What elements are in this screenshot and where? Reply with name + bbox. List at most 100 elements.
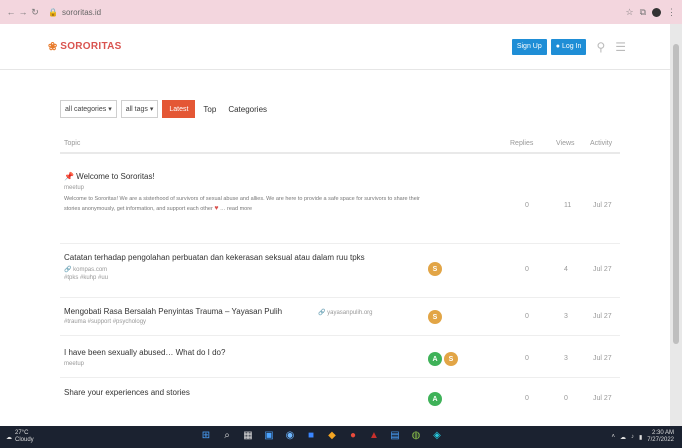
views-count: 3 (564, 355, 568, 362)
replies-count: 0 (525, 266, 529, 273)
topic-row[interactable]: Share your experiences and stories A 0 0… (60, 378, 620, 426)
activity-date[interactable]: Jul 27 (593, 395, 612, 402)
store-icon[interactable]: ■ (305, 430, 317, 442)
activity-date[interactable]: Jul 27 (593, 202, 612, 209)
activity-date[interactable]: Jul 27 (593, 355, 612, 362)
browser-menu-icon[interactable]: ⋮ (667, 7, 676, 18)
logo-flower-icon: ❀ (48, 41, 58, 53)
topic-list-header: Topic Replies Views Activity (60, 134, 620, 154)
poster-avatar[interactable]: S (444, 352, 458, 366)
topic-row[interactable]: Mengobati Rasa Bersalah Penyintas Trauma… (60, 298, 620, 336)
header-topic[interactable]: Topic (64, 140, 80, 147)
app-icon[interactable]: ◈ (431, 430, 443, 442)
topic-link-domain[interactable]: 🔗 yayasanpulih.org (318, 309, 373, 316)
forward-icon[interactable]: → (18, 7, 28, 17)
clock[interactable]: 2:30 AM 7/27/2022 (647, 430, 674, 444)
taskbar-apps: ⊞ ⌕ ▦ ▣ ◉ ■ ◆ ● ▲ ▤ ◍ ◈ (200, 430, 443, 442)
topic-title[interactable]: Mengobati Rasa Bersalah Penyintas Trauma… (64, 307, 282, 316)
activity-date[interactable]: Jul 27 (593, 313, 612, 320)
task-view-icon[interactable]: ▦ (242, 430, 254, 442)
weather-widget[interactable]: ☁ 27°C Cloudy (6, 430, 34, 444)
forum-page: ❀ SORORITAS Sign Up ● Log In ⚲ ☰ all cat… (0, 24, 670, 426)
replies-count: 0 (525, 313, 529, 320)
login-label: Log In (561, 43, 582, 50)
tab-latest[interactable]: Latest (162, 100, 196, 118)
user-icon: ● (555, 43, 560, 50)
clock-time: 2:30 AM (651, 430, 674, 436)
clock-date: 7/27/2022 (647, 437, 674, 443)
replies-count: 0 (525, 355, 529, 362)
replies-count: 0 (525, 202, 529, 209)
reload-icon[interactable]: ↻ (30, 7, 40, 18)
heart-icon: ♥ (214, 205, 219, 212)
topic-link-domain[interactable]: 🔗 kompas.com (64, 266, 107, 273)
views-count: 0 (564, 395, 568, 402)
tab-top[interactable]: Top (199, 105, 220, 114)
profile-avatar[interactable] (652, 7, 661, 17)
topic-tags[interactable]: #tpks #kuhp #uu (64, 275, 108, 281)
system-tray: ˄ ☁ ♪ ▮ 2:30 AM 7/27/2022 (611, 430, 674, 444)
tab-categories[interactable]: Categories (224, 105, 271, 114)
topic-title[interactable]: 📌 Welcome to Sororitas! (64, 172, 155, 181)
tags-dropdown[interactable]: all tags ▾ (120, 100, 159, 118)
search-icon[interactable]: ⌕ (221, 430, 233, 442)
views-count: 11 (564, 202, 572, 209)
poster-avatar[interactable]: A (428, 352, 442, 366)
poster-avatar[interactable]: S (428, 262, 442, 276)
bookmark-star-icon[interactable]: ☆ (625, 7, 633, 18)
site-logo[interactable]: ❀ SORORITAS (48, 40, 122, 53)
topic-title[interactable]: Share your experiences and stories (64, 388, 190, 397)
widgets-icon[interactable]: ▣ (263, 430, 275, 442)
header-views[interactable]: Views (556, 140, 575, 147)
temperature: 27°C (15, 430, 29, 436)
topic-tags[interactable]: meetup (64, 185, 84, 191)
site-name: SORORITAS (60, 41, 122, 52)
topic-tags[interactable]: #trauma #support #psychology (64, 319, 146, 325)
topic-filters: all categories ▾ all tags ▾ Latest Top C… (60, 100, 271, 118)
topic-tags[interactable]: meetup (64, 361, 84, 367)
activity-date[interactable]: Jul 27 (593, 266, 612, 273)
views-count: 4 (564, 266, 568, 273)
back-icon[interactable]: ← (6, 7, 16, 17)
taskbar: ☁ 27°C Cloudy ⊞ ⌕ ▦ ▣ ◉ ■ ◆ ● ▲ ▤ ◍ ◈ ˄ … (0, 426, 682, 448)
header-activity[interactable]: Activity (590, 140, 612, 147)
edge-icon[interactable]: ◉ (284, 430, 296, 442)
page-scrollbar[interactable] (670, 24, 682, 426)
topic-row[interactable]: Catatan terhadap pengolahan perbuatan da… (60, 244, 620, 298)
poster-avatar[interactable]: S (428, 310, 442, 324)
signup-label: Sign Up (516, 43, 542, 50)
signup-button[interactable]: Sign Up (511, 38, 547, 55)
mail-icon[interactable]: ▤ (389, 430, 401, 442)
views-count: 3 (564, 313, 568, 320)
network-icon[interactable]: ☁ (620, 434, 626, 441)
volume-icon[interactable]: ♪ (631, 434, 634, 440)
search-icon[interactable]: ⚲ (596, 40, 605, 54)
header-replies[interactable]: Replies (510, 140, 533, 147)
chrome-icon[interactable]: ● (347, 430, 359, 442)
weather-description: Cloudy (15, 437, 34, 443)
login-button[interactable]: ● Log In (550, 38, 587, 55)
scrollbar-thumb[interactable] (673, 44, 679, 344)
start-icon[interactable]: ⊞ (200, 430, 212, 442)
lock-icon: 🔒 (48, 7, 58, 17)
file-explorer-icon[interactable]: ◆ (326, 430, 338, 442)
read-more-link[interactable]: … read more (220, 206, 252, 212)
topic-title[interactable]: I have been sexually abused… What do I d… (64, 348, 225, 357)
browser-toolbar: ← → ↻ 🔒 sororitas.id ☆ ⧉ ⋮ (0, 0, 682, 24)
topic-row[interactable]: 📌 Welcome to Sororitas! meetup Welcome t… (60, 160, 620, 244)
topic-excerpt: Welcome to Sororitas! We are a sisterhoo… (64, 195, 424, 214)
tab-search-icon[interactable]: ⧉ (640, 7, 646, 18)
hamburger-menu-icon[interactable]: ☰ (615, 40, 626, 54)
site-header: ❀ SORORITAS Sign Up ● Log In ⚲ ☰ (0, 24, 670, 70)
poster-avatar[interactable]: A (428, 392, 442, 406)
battery-icon[interactable]: ▮ (639, 434, 642, 441)
topic-title[interactable]: Catatan terhadap pengolahan perbuatan da… (64, 253, 365, 262)
category-dropdown[interactable]: all categories ▾ (60, 100, 117, 118)
url-text: sororitas.id (61, 7, 102, 17)
address-bar[interactable]: 🔒 sororitas.id (48, 5, 568, 19)
app-icon[interactable]: ▲ (368, 430, 380, 442)
replies-count: 0 (525, 395, 529, 402)
tray-chevron-icon[interactable]: ˄ (611, 434, 615, 440)
topic-row[interactable]: I have been sexually abused… What do I d… (60, 336, 620, 378)
app-icon[interactable]: ◍ (410, 430, 422, 442)
